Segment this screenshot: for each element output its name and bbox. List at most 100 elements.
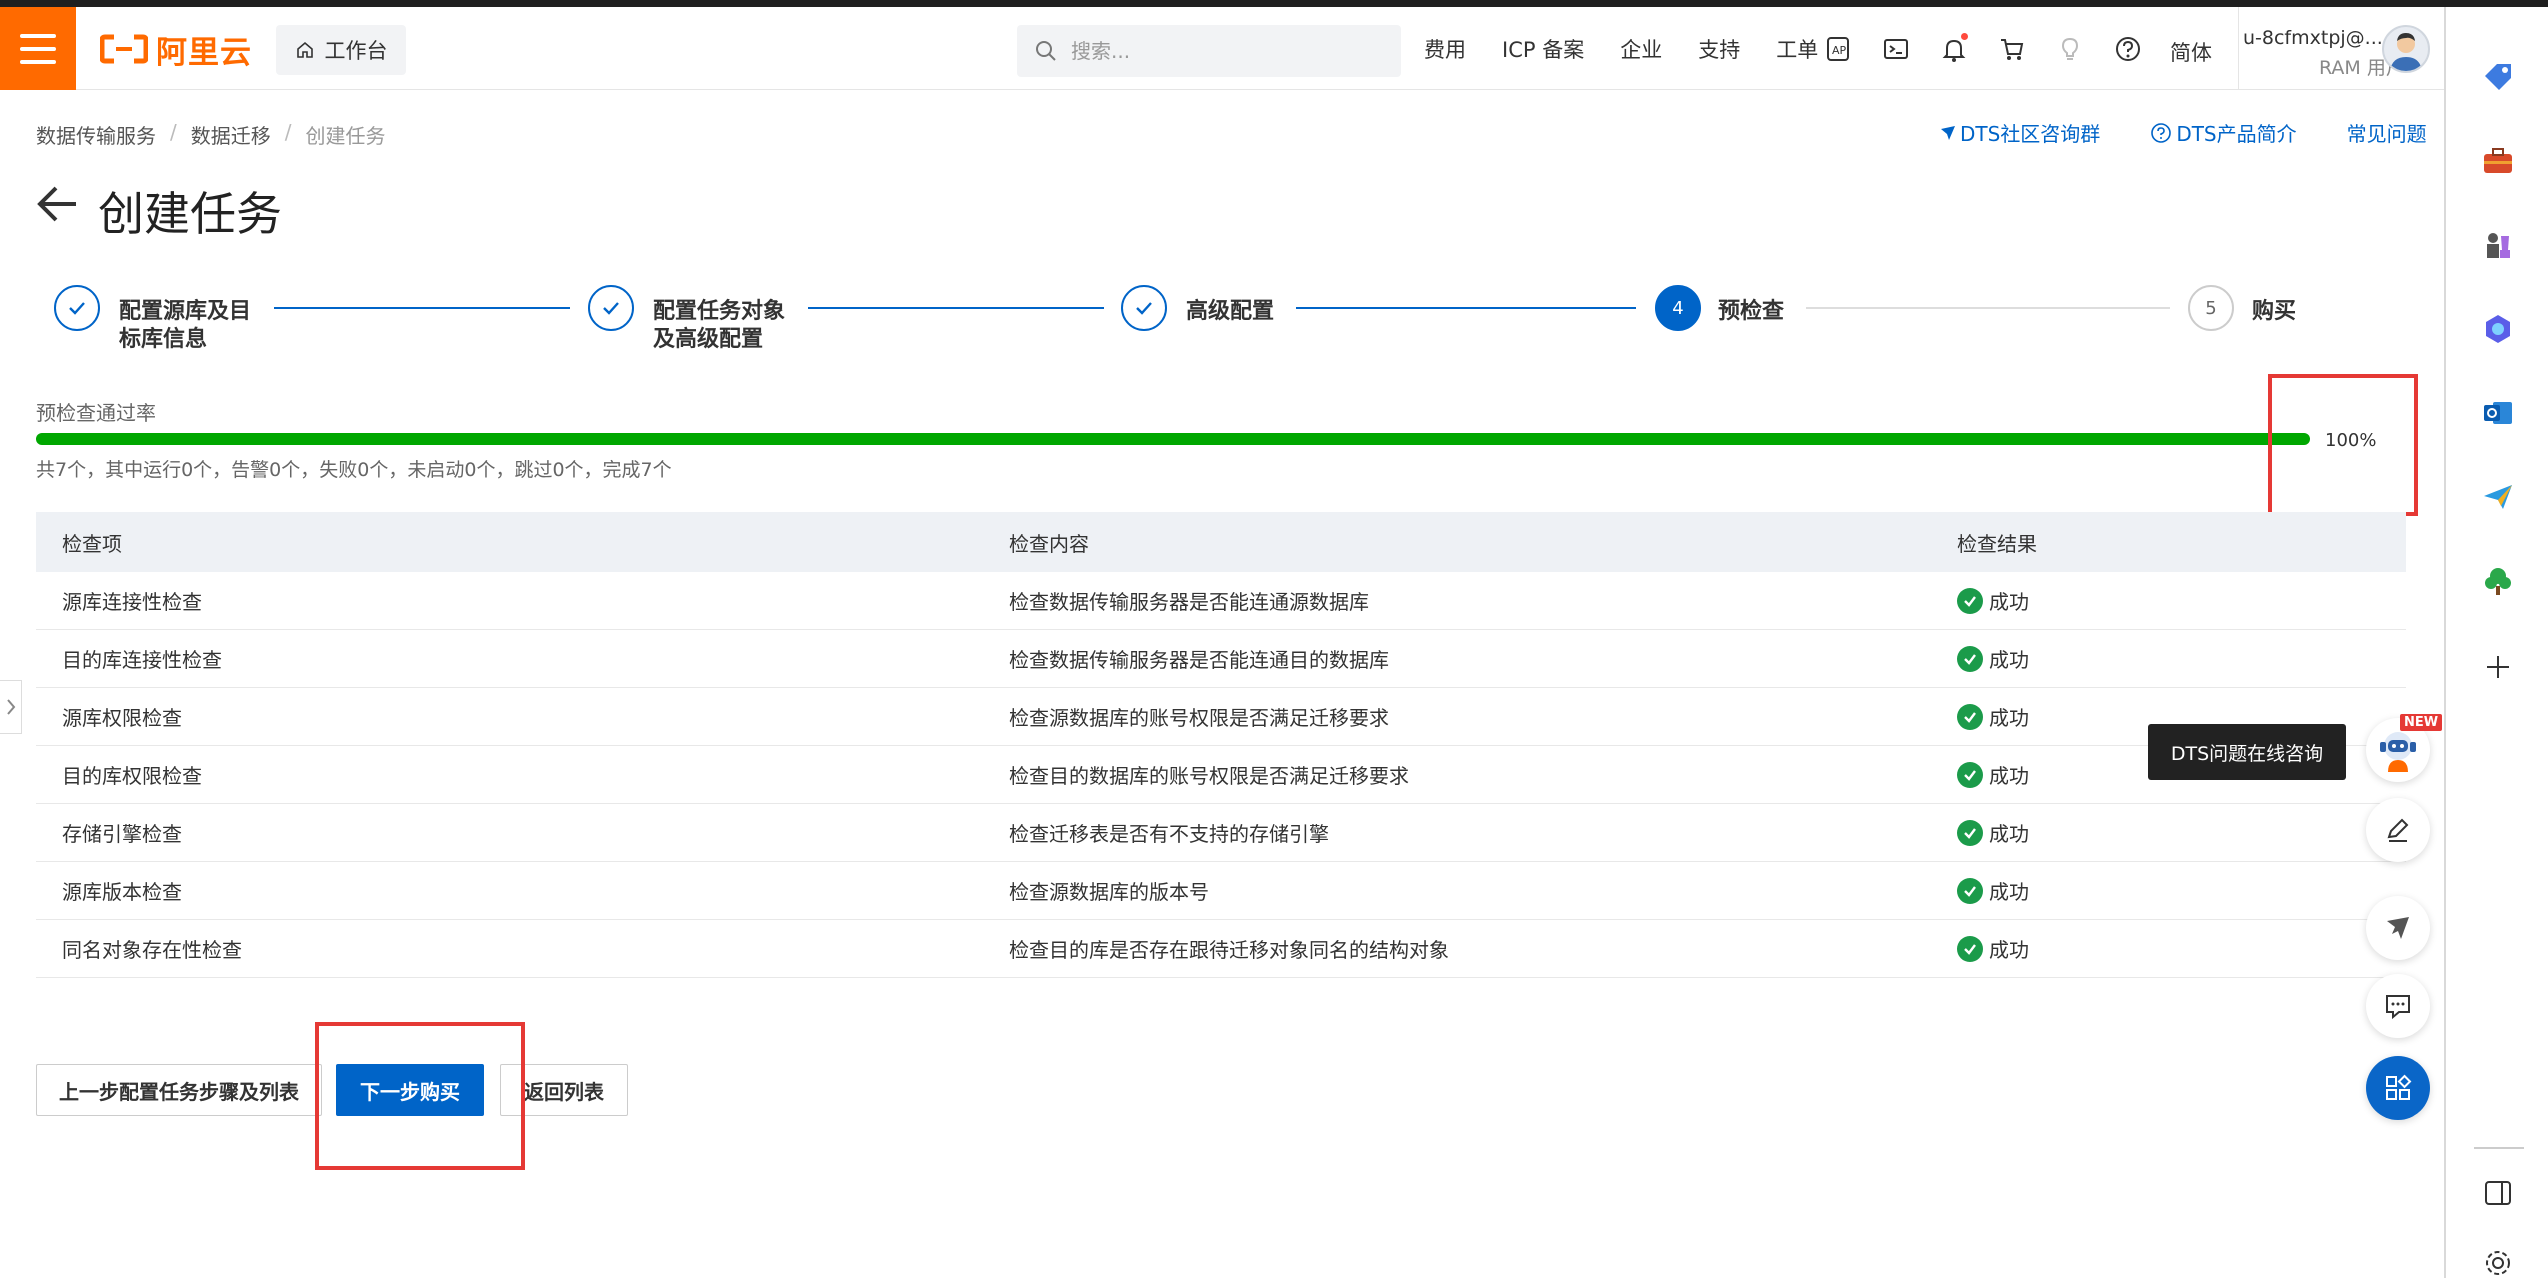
user-menu[interactable]: u-8cfmxtpj@... RAM 用户: [2238, 7, 2405, 90]
svg-text:AP: AP: [1832, 44, 1847, 57]
workbench-button[interactable]: 工作台: [276, 25, 406, 75]
aliyun-logo-icon: [100, 34, 148, 64]
result-text: 成功: [1989, 938, 2029, 962]
cell-item: 目的库权限检查: [62, 764, 202, 788]
top-nav-links: 费用 ICP 备案 企业 支持 工单: [1424, 7, 1854, 90]
cell-result: 成功: [1931, 818, 2406, 847]
result-text: 成功: [1989, 590, 2029, 614]
terminal-icon[interactable]: [1880, 33, 1912, 65]
result-text: 成功: [1989, 880, 2029, 904]
apps-icon: [2386, 1074, 2412, 1100]
cell-item: 源库连接性检查: [62, 590, 202, 614]
precheck-progress-bar: [36, 433, 2310, 445]
faq-label: 常见问题: [2346, 122, 2427, 146]
nav-link-support[interactable]: 支持: [1698, 34, 1740, 64]
help-icon[interactable]: [2112, 33, 2144, 65]
new-badge: NEW: [2400, 714, 2443, 731]
sidebar-toggle-icon[interactable]: [2478, 1173, 2518, 1213]
notification-dot: [1961, 32, 1968, 40]
nav-link-billing[interactable]: 费用: [1424, 34, 1466, 64]
bell-icon[interactable]: [1938, 32, 1970, 65]
cell-content: 检查源数据库的版本号: [1009, 880, 1209, 904]
prev-step-button[interactable]: 上一步配置任务步骤及列表: [36, 1064, 322, 1116]
community-link[interactable]: DTS社区咨询群: [1940, 118, 2100, 147]
send-icon[interactable]: [2478, 477, 2518, 517]
result-text: 成功: [1989, 822, 2029, 846]
cell-content: 检查数据传输服务器是否能连通源数据库: [1009, 590, 1369, 614]
apps-fab-button[interactable]: [2366, 1056, 2430, 1120]
step-3-label: 高级配置: [1186, 298, 1274, 326]
step-4-label-line1: 预检查: [1718, 299, 1785, 324]
community-link-label: DTS社区咨询群: [1960, 122, 2101, 146]
avatar[interactable]: [2382, 25, 2430, 73]
search-input[interactable]: [1071, 39, 1371, 63]
success-check-icon: [1957, 819, 1983, 846]
copilot-icon[interactable]: [2478, 309, 2518, 349]
expand-sidebar-tab[interactable]: [0, 680, 22, 734]
step-3-label-line1: 高级配置: [1186, 299, 1275, 324]
browser-sidebar: [2444, 7, 2548, 1278]
step-4-label: 预检查: [1718, 298, 1784, 326]
chess-icon[interactable]: [2478, 225, 2518, 265]
api-icon[interactable]: AP: [1822, 33, 1854, 65]
col-header-content: 检查内容: [1009, 531, 1089, 556]
dingtalk-fab-button[interactable]: [2366, 896, 2430, 960]
breadcrumb-current: 创建任务: [305, 124, 386, 148]
precheck-rate-title: 预检查通过率: [36, 401, 156, 425]
aliyun-logo[interactable]: 阿里云: [100, 29, 252, 71]
language-switch[interactable]: 简体: [2170, 37, 2212, 67]
product-intro-label: DTS产品简介: [2176, 122, 2297, 146]
search-box[interactable]: [1017, 25, 1401, 77]
edit-fab-button[interactable]: [2366, 798, 2430, 862]
user-name: u-8cfmxtpj@...: [2243, 27, 2383, 49]
send-icon: [1941, 125, 1955, 140]
result-text: 成功: [1989, 764, 2029, 788]
success-check-icon: [1957, 935, 1983, 962]
precheck-table: 检查项 检查内容 检查结果 源库连接性检查 检查数据传输服务器是否能连通源数据库…: [36, 512, 2406, 978]
nav-link-enterprise[interactable]: 企业: [1620, 34, 1662, 64]
outlook-icon[interactable]: [2478, 393, 2518, 433]
cell-content: 检查目的库是否存在跟待迁移对象同名的结构对象: [1009, 938, 1449, 962]
product-intro-link[interactable]: DTS产品简介: [2150, 118, 2297, 147]
step-5-label: 购买: [2252, 298, 2296, 326]
chat-icon: [2386, 995, 2410, 1020]
success-check-icon: [1957, 587, 1983, 614]
step-2-label: 配置任务对象 及高级配置: [653, 298, 785, 354]
nav-link-ticket[interactable]: 工单: [1776, 34, 1818, 64]
col-header-item: 检查项: [62, 531, 122, 556]
table-row: 存储引擎检查 检查迁移表是否有不支持的存储引擎 成功: [36, 804, 2406, 862]
tree-icon[interactable]: [2478, 561, 2518, 601]
cell-result: 成功: [1931, 934, 2406, 963]
logo-text: 阿里云: [156, 34, 252, 71]
lightbulb-icon[interactable]: [2054, 33, 2086, 65]
step-connector: [274, 307, 570, 309]
page-title: 创建任务: [98, 187, 282, 241]
breadcrumb-dts[interactable]: 数据传输服务: [36, 120, 156, 149]
step-2-label-line1: 配置任务对象: [653, 299, 786, 324]
chevron-right-icon: [6, 699, 15, 715]
browser-top-edge: [0, 0, 2548, 7]
settings-icon[interactable]: [2478, 1243, 2518, 1283]
step-4-active-indicator: 4: [1655, 285, 1701, 331]
col-header-result: 检查结果: [1957, 531, 2037, 556]
nav-link-icp[interactable]: ICP 备案: [1502, 34, 1584, 64]
breadcrumb-migration[interactable]: 数据迁移: [191, 120, 271, 149]
add-icon[interactable]: [2478, 647, 2518, 687]
cart-icon[interactable]: [1996, 33, 2028, 65]
check-icon: [603, 302, 619, 315]
feedback-fab-button[interactable]: [2366, 974, 2430, 1038]
faq-link[interactable]: 常见问题: [2347, 118, 2427, 147]
hamburger-menu-button[interactable]: [0, 7, 76, 90]
tag-icon[interactable]: [2478, 57, 2518, 97]
toolbox-icon[interactable]: [2478, 141, 2518, 181]
result-text: 成功: [1989, 648, 2029, 672]
cell-content: 检查数据传输服务器是否能连通目的数据库: [1009, 648, 1389, 672]
check-icon: [69, 302, 85, 315]
step-connector: [1806, 307, 2170, 309]
success-check-icon: [1957, 877, 1983, 904]
help-links: DTS社区咨询群 DTS产品简介 常见问题: [1940, 118, 2427, 147]
home-icon: [296, 41, 313, 58]
table-row: 源库版本检查 检查源数据库的版本号 成功: [36, 862, 2406, 920]
back-arrow-button[interactable]: [36, 184, 80, 224]
dingtalk-icon: [2387, 917, 2409, 939]
